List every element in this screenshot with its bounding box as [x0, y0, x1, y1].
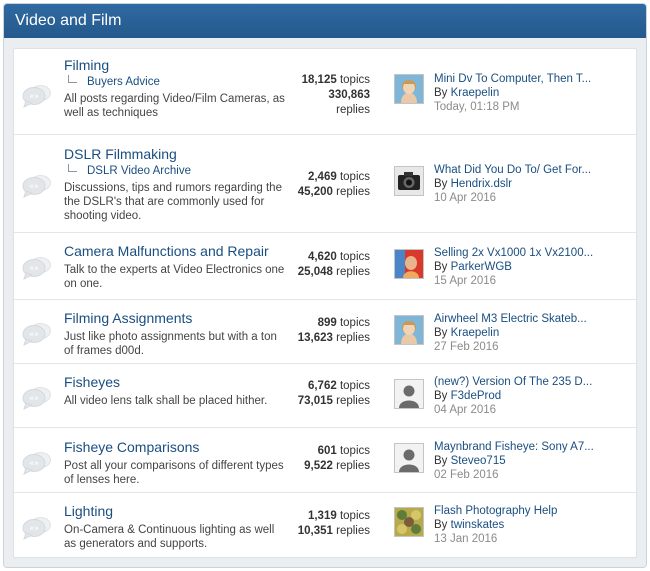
portrait-photo-avatar[interactable] — [394, 249, 424, 279]
speech-bubble-icon: «» — [22, 322, 52, 346]
topics-count: 2,469 topics — [307, 171, 370, 183]
last-post-author: By twinskates — [434, 519, 505, 531]
last-post-date: 10 Apr 2016 — [434, 192, 497, 204]
replies-count: 330,863 replies — [328, 89, 370, 116]
svg-text:«»: «» — [29, 394, 39, 403]
last-post-user-link[interactable]: F3deProd — [451, 390, 502, 402]
speech-bubble-icon: «» — [22, 386, 52, 410]
svg-text:«»: «» — [29, 524, 39, 533]
last-post-user-link[interactable]: Steveo715 — [451, 455, 506, 467]
section-body: «» Filming Buyers Advice All posts regar… — [4, 38, 646, 567]
forum-row-camera-malfunctions-and-repair: «» Camera Malfunctions and Repair Talk t… — [14, 232, 636, 299]
forum-stats: 6,762 topics 73,015 replies — [240, 379, 370, 409]
last-post-date: Today, 01:18 PM — [434, 101, 520, 113]
last-post-date: 27 Feb 2016 — [434, 341, 499, 353]
section-header: Video and Film — [4, 4, 646, 38]
last-post-date: 15 Apr 2016 — [434, 275, 497, 287]
replies-count: 9,522 replies — [304, 460, 370, 472]
last-post-thread-link[interactable]: Flash Photography Help — [434, 504, 634, 518]
last-post: (new?) Version Of The 235 D... By F3dePr… — [434, 375, 634, 417]
pattern-avatar[interactable] — [394, 507, 424, 537]
forum-stats: 899 topics 13,623 replies — [240, 316, 370, 346]
topics-count: 6,762 topics — [307, 380, 370, 392]
forum-stats: 4,620 topics 25,048 replies — [240, 250, 370, 280]
svg-text:«»: «» — [29, 182, 39, 191]
last-post-user-link[interactable]: Kraepelin — [451, 327, 500, 339]
replies-count: 25,048 replies — [297, 266, 370, 278]
subforum-corner-icon — [68, 75, 77, 83]
last-post-date: 02 Feb 2016 — [434, 469, 499, 481]
last-post-user-link[interactable]: Kraepelin — [451, 87, 500, 99]
topics-count: 601 topics — [317, 445, 370, 457]
last-post-thread-link[interactable]: Selling 2x Vx1000 1x Vx2100... — [434, 246, 634, 260]
forum-row-lighting: «» Lighting On-Camera & Continuous light… — [14, 492, 636, 557]
section-title[interactable]: Video and Film — [15, 12, 121, 29]
forum-row-filming-assignments: «» Filming Assignments Just like photo a… — [14, 299, 636, 363]
topics-count: 4,620 topics — [307, 251, 370, 263]
subforum-label: Buyers Advice — [87, 76, 160, 88]
last-post: Flash Photography Help By twinskates 13 … — [434, 504, 634, 546]
last-post-author: By Hendrix.dslr — [434, 178, 512, 190]
default-user-icon[interactable] — [394, 379, 424, 409]
last-post: What Did You Do To/ Get For... By Hendri… — [434, 163, 634, 205]
last-post-author: By Kraepelin — [434, 327, 500, 339]
forum-row-dslr-filmmaking: «» DSLR Filmmaking DSLR Video Archive Di… — [14, 134, 636, 232]
forum-stats: 18,125 topics 330,863 replies — [300, 73, 370, 118]
last-post-author: By ParkerWGB — [434, 261, 512, 273]
topics-count: 899 topics — [317, 317, 370, 329]
last-post-thread-link[interactable]: Mini Dv To Computer, Then T... — [434, 72, 634, 86]
last-post-author: By Kraepelin — [434, 87, 500, 99]
speech-bubble-icon: «» — [22, 84, 52, 108]
forum-row-fisheye-comparisons: «» Fisheye Comparisons Post all your com… — [14, 427, 636, 492]
last-post-author: By F3deProd — [434, 390, 502, 402]
last-post-user-link[interactable]: ParkerWGB — [451, 261, 512, 273]
last-post-date: 04 Apr 2016 — [434, 404, 497, 416]
svg-text:«»: «» — [29, 330, 39, 339]
forum-stats: 601 topics 9,522 replies — [240, 444, 370, 474]
speech-bubble-icon: «» — [22, 516, 52, 540]
subforum-label: DSLR Video Archive — [87, 165, 191, 177]
forum-stats: 2,469 topics 45,200 replies — [240, 170, 370, 200]
svg-text:«»: «» — [29, 459, 39, 468]
speech-bubble-icon: «» — [22, 174, 52, 198]
last-post-thread-link[interactable]: What Did You Do To/ Get For... — [434, 163, 634, 177]
subforum-corner-icon — [68, 164, 77, 172]
last-post-thread-link[interactable]: Airwheel M3 Electric Skateb... — [434, 312, 634, 326]
replies-count: 13,623 replies — [297, 332, 370, 344]
forum-title-link[interactable]: Filming — [64, 57, 289, 74]
svg-text:«»: «» — [29, 92, 39, 101]
last-post-thread-link[interactable]: (new?) Version Of The 235 D... — [434, 375, 634, 389]
forum-info: Filming Buyers Advice All posts regardin… — [64, 57, 289, 120]
last-post: Selling 2x Vx1000 1x Vx2100... By Parker… — [434, 246, 634, 288]
camera-photo-avatar[interactable] — [394, 166, 424, 196]
replies-count: 10,351 replies — [297, 525, 370, 537]
default-user-icon[interactable] — [394, 443, 424, 473]
forum-title-link[interactable]: DSLR Filmmaking — [64, 146, 289, 163]
forum-row-filming: «» Filming Buyers Advice All posts regar… — [14, 49, 636, 134]
user-photo-avatar[interactable] — [394, 315, 424, 345]
forum-list: «» Filming Buyers Advice All posts regar… — [13, 48, 637, 558]
speech-bubble-icon: «» — [22, 451, 52, 475]
last-post-user-link[interactable]: Hendrix.dslr — [451, 178, 512, 190]
user-photo-avatar[interactable] — [394, 74, 424, 104]
topics-count: 1,319 topics — [307, 510, 370, 522]
last-post-user-link[interactable]: twinskates — [451, 519, 505, 531]
replies-count: 73,015 replies — [297, 395, 370, 407]
forum-row-fisheyes: «» Fisheyes All video lens talk shall be… — [14, 363, 636, 427]
speech-bubble-icon: «» — [22, 256, 52, 280]
last-post: Airwheel M3 Electric Skateb... By Kraepe… — [434, 312, 634, 354]
forum-stats: 1,319 topics 10,351 replies — [240, 509, 370, 539]
replies-count: 45,200 replies — [297, 186, 370, 198]
last-post-date: 13 Jan 2016 — [434, 533, 498, 545]
video-and-film-section: Video and Film «» Filming Buyers Advice … — [3, 3, 647, 568]
last-post-thread-link[interactable]: Maynbrand Fisheye: Sony A7... — [434, 440, 634, 454]
svg-text:«»: «» — [29, 264, 39, 273]
subforum-link[interactable]: Buyers Advice — [64, 75, 289, 89]
last-post-author: By Steveo715 — [434, 455, 506, 467]
forum-description: All posts regarding Video/Film Cameras, … — [64, 93, 285, 119]
last-post: Maynbrand Fisheye: Sony A7... By Steveo7… — [434, 440, 634, 482]
topics-count: 18,125 topics — [301, 74, 370, 86]
last-post: Mini Dv To Computer, Then T... By Kraepe… — [434, 72, 634, 114]
